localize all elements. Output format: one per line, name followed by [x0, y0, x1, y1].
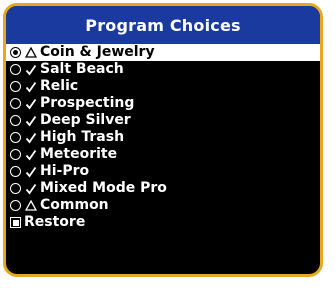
- checkmark-icon: [24, 131, 37, 144]
- program-item-label: Common: [40, 197, 109, 213]
- program-item-meteorite[interactable]: Meteorite: [6, 146, 320, 163]
- restore-icon: [10, 217, 21, 228]
- program-item-deep-silver[interactable]: Deep Silver: [6, 112, 320, 129]
- program-item-label: Deep Silver: [40, 112, 131, 128]
- triangle-icon: [24, 46, 37, 59]
- radio-icon: [10, 98, 21, 109]
- triangle-icon: [24, 199, 37, 212]
- program-item-label: Coin & Jewelry: [40, 44, 155, 60]
- radio-icon: [10, 200, 21, 211]
- program-item-label: High Trash: [40, 129, 125, 145]
- program-item-mixed-mode-pro[interactable]: Mixed Mode Pro: [6, 180, 320, 197]
- radio-icon: [10, 132, 21, 143]
- checkmark-icon: [24, 97, 37, 110]
- radio-icon: [10, 166, 21, 177]
- program-item-label: Hi-Pro: [40, 163, 90, 179]
- program-list: Coin & Jewelry Salt Beach Relic Prospect…: [6, 44, 320, 231]
- program-choices-panel: Program Choices Coin & Jewelry Salt Beac…: [3, 3, 323, 277]
- radio-icon: [10, 149, 21, 160]
- checkmark-icon: [24, 182, 37, 195]
- program-item-hi-pro[interactable]: Hi-Pro: [6, 163, 320, 180]
- title-bar: Program Choices: [6, 6, 320, 44]
- radio-icon: [10, 81, 21, 92]
- program-item-common[interactable]: Common: [6, 197, 320, 214]
- checkmark-icon: [24, 63, 37, 76]
- program-item-label: Salt Beach: [40, 61, 124, 77]
- radio-icon: [10, 64, 21, 75]
- program-item-label: Mixed Mode Pro: [40, 180, 167, 196]
- program-item-high-trash[interactable]: High Trash: [6, 129, 320, 146]
- restore-item[interactable]: Restore: [6, 214, 320, 231]
- checkmark-icon: [24, 114, 37, 127]
- program-item-coin-jewelry[interactable]: Coin & Jewelry: [6, 44, 320, 61]
- radio-selected-icon: [10, 47, 21, 58]
- restore-label: Restore: [24, 214, 86, 230]
- device-screen: Program Choices Coin & Jewelry Salt Beac…: [3, 3, 323, 285]
- program-item-relic[interactable]: Relic: [6, 78, 320, 95]
- page-title: Program Choices: [85, 15, 241, 35]
- checkmark-icon: [24, 165, 37, 178]
- program-item-prospecting[interactable]: Prospecting: [6, 95, 320, 112]
- program-item-label: Relic: [40, 78, 79, 94]
- checkmark-icon: [24, 148, 37, 161]
- checkmark-icon: [24, 80, 37, 93]
- program-item-label: Prospecting: [40, 95, 135, 111]
- program-item-label: Meteorite: [40, 146, 118, 162]
- radio-icon: [10, 183, 21, 194]
- radio-icon: [10, 115, 21, 126]
- program-item-salt-beach[interactable]: Salt Beach: [6, 61, 320, 78]
